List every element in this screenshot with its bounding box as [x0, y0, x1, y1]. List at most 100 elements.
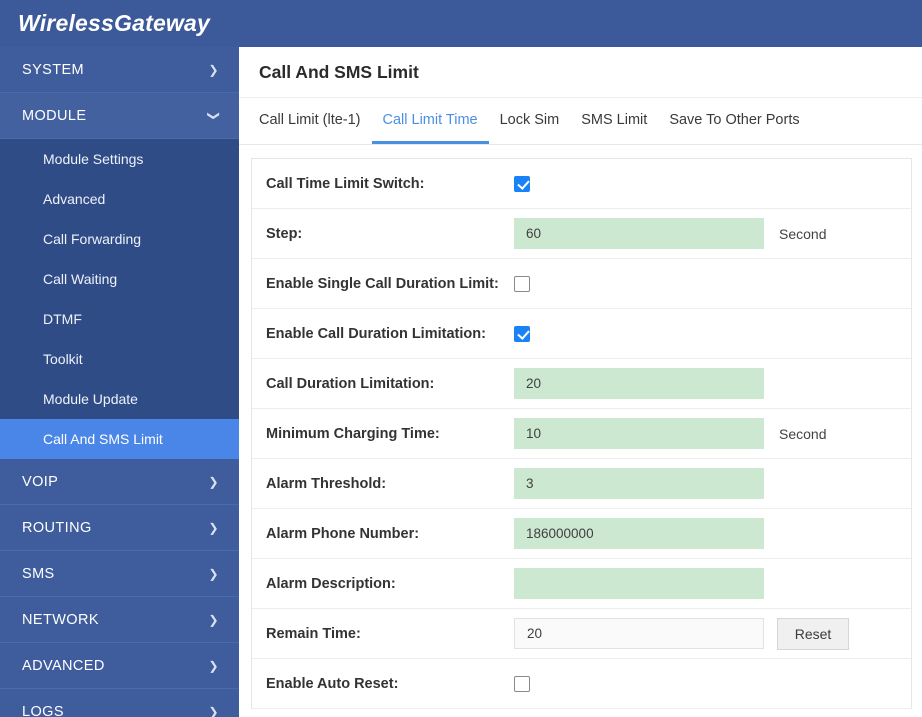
input-remain-time[interactable]	[514, 618, 764, 649]
content-area: Call Time Limit Switch: Step: Second Enable…	[239, 145, 922, 717]
form-row-enable-single-call-duration-limit: Enable Single Call Duration Limit:	[252, 259, 911, 309]
input-call-duration-limitation[interactable]	[514, 368, 764, 399]
page-title: Call And SMS Limit	[239, 47, 922, 98]
form-row-enable-call-duration-limitation: Enable Call Duration Limitation:	[252, 309, 911, 359]
sidebar-item-dtmf[interactable]: DTMF	[0, 299, 239, 339]
field-label: Remain Time:	[266, 625, 361, 642]
field-label: Minimum Charging Time:	[266, 425, 440, 442]
sidebar-item-call-and-sms-limit[interactable]: Call And SMS Limit	[0, 419, 239, 459]
field-cell	[514, 675, 764, 692]
chevron-right-icon: ❯	[208, 474, 219, 489]
sidebar-group-label: ADVANCED	[22, 657, 105, 674]
field-cell	[514, 368, 764, 399]
field-cell	[514, 468, 764, 499]
field-cell	[514, 568, 764, 599]
field-label: Alarm Phone Number:	[266, 525, 420, 542]
sidebar-group-label: NETWORK	[22, 611, 99, 628]
main-content: Call And SMS Limit Call Limit (lte-1) Cal…	[239, 47, 922, 717]
field-label: Step:	[266, 225, 303, 242]
app-root: WirelessGateway SYSTEM ❯ MODULE ❯ Module Set…	[0, 0, 922, 717]
sidebar-group-label: VOIP	[22, 473, 59, 490]
sidebar-item-advanced[interactable]: Advanced	[0, 179, 239, 219]
sidebar-item-label: Advanced	[43, 191, 106, 207]
form-row-call-time-limit-switch: Call Time Limit Switch:	[252, 159, 911, 209]
sidebar-item-label: DTMF	[43, 311, 82, 327]
sidebar-group-system[interactable]: SYSTEM ❯	[0, 47, 239, 93]
field-cell	[514, 418, 764, 449]
field-label: Alarm Description:	[266, 575, 396, 592]
form-row-call-duration-limitation: Call Duration Limitation:	[252, 359, 911, 409]
tab-bar: Call Limit (lte-1) Call Limit Time Lock Si…	[239, 98, 922, 145]
sidebar-navigation: SYSTEM ❯ MODULE ❯ Module Settings Advanced Cal…	[0, 47, 239, 717]
sidebar-group-network[interactable]: NETWORK ❯	[0, 597, 239, 643]
sidebar-group-sms[interactable]: SMS ❯	[0, 551, 239, 597]
tab-label: Lock Sim	[499, 111, 560, 128]
reset-button[interactable]: Reset	[777, 617, 849, 650]
field-cell	[514, 218, 764, 249]
chevron-right-icon: ❯	[208, 520, 219, 535]
sidebar-group-label: LOGS	[22, 703, 64, 717]
form-row-alarm-threshold: Alarm Threshold:	[252, 459, 911, 509]
tab-sms-limit[interactable]: SMS Limit	[570, 98, 658, 144]
input-alarm-description[interactable]	[514, 568, 764, 599]
field-label: Enable Auto Reset:	[266, 675, 399, 692]
field-unit-label: Second	[779, 225, 827, 242]
sidebar-item-label: Call And SMS Limit	[43, 431, 163, 447]
tab-label: Save To Other Ports	[669, 111, 800, 128]
chevron-down-icon: ❯	[206, 110, 221, 121]
field-unit-label: Second	[779, 425, 827, 442]
input-alarm-phone-number[interactable]	[514, 518, 764, 549]
tab-call-limit-time[interactable]: Call Limit Time	[371, 98, 489, 144]
field-cell	[514, 325, 764, 342]
field-cell	[514, 518, 764, 549]
form-row-minimum-charging-time: Minimum Charging Time: Second	[252, 409, 911, 459]
sidebar-group-routing[interactable]: ROUTING ❯	[0, 505, 239, 551]
tab-save-to-other-ports[interactable]: Save To Other Ports	[658, 98, 810, 144]
sidebar-submenu-module: Module Settings Advanced Call Forwarding Ca…	[0, 139, 239, 459]
checkbox-enable-auto-reset[interactable]	[514, 675, 530, 692]
checkbox-call-time-limit-switch[interactable]	[514, 175, 530, 192]
chevron-right-icon: ❯	[208, 658, 219, 673]
sidebar-item-call-forwarding[interactable]: Call Forwarding	[0, 219, 239, 259]
field-label: Alarm Threshold:	[266, 475, 387, 492]
checkbox-enable-single-call-duration-limit[interactable]	[514, 275, 530, 292]
form-row-step: Step: Second	[252, 209, 911, 259]
sidebar-item-module-update[interactable]: Module Update	[0, 379, 239, 419]
sidebar-item-module-settings[interactable]: Module Settings	[0, 139, 239, 179]
input-alarm-threshold[interactable]	[514, 468, 764, 499]
form-row-enable-auto-reset: Enable Auto Reset:	[252, 659, 911, 709]
sidebar-group-label: ROUTING	[22, 519, 92, 536]
sidebar-group-label: SYSTEM	[22, 61, 85, 78]
sidebar-item-call-waiting[interactable]: Call Waiting	[0, 259, 239, 299]
sidebar-group-voip[interactable]: VOIP ❯	[0, 459, 239, 505]
field-label: Call Time Limit Switch:	[266, 175, 425, 192]
input-minimum-charging-time[interactable]	[514, 418, 764, 449]
sidebar-item-label: Toolkit	[43, 351, 83, 367]
settings-form-panel: Call Time Limit Switch: Step: Second Enable…	[251, 158, 912, 709]
checkbox-enable-call-duration-limitation[interactable]	[514, 325, 530, 342]
field-cell	[514, 275, 764, 292]
chevron-right-icon: ❯	[208, 62, 219, 77]
tab-call-limit-lte-1[interactable]: Call Limit (lte-1)	[259, 98, 372, 144]
form-row-remain-time: Remain Time: Reset	[252, 609, 911, 659]
form-row-alarm-phone-number: Alarm Phone Number:	[252, 509, 911, 559]
chevron-right-icon: ❯	[208, 704, 219, 717]
tab-label: Call Limit (lte-1)	[259, 111, 361, 128]
sidebar-group-advanced[interactable]: ADVANCED ❯	[0, 643, 239, 689]
body-split: SYSTEM ❯ MODULE ❯ Module Settings Advanced Cal…	[0, 47, 922, 717]
sidebar-group-label: MODULE	[22, 107, 87, 124]
field-label: Enable Call Duration Limitation:	[266, 325, 486, 342]
input-step[interactable]	[514, 218, 764, 249]
sidebar-item-toolkit[interactable]: Toolkit	[0, 339, 239, 379]
tab-lock-sim[interactable]: Lock Sim	[489, 98, 571, 144]
sidebar-group-module[interactable]: MODULE ❯	[0, 93, 239, 139]
app-logo-text: WirelessGateway	[18, 10, 211, 36]
sidebar-group-label: SMS	[22, 565, 55, 582]
field-label: Enable Single Call Duration Limit:	[266, 275, 499, 292]
field-cell	[514, 618, 764, 649]
sidebar-item-label: Call Forwarding	[43, 231, 142, 247]
sidebar-group-logs[interactable]: LOGS ❯	[0, 689, 239, 717]
field-label: Call Duration Limitation:	[266, 375, 435, 392]
chevron-right-icon: ❯	[208, 566, 219, 581]
field-cell	[514, 175, 764, 192]
